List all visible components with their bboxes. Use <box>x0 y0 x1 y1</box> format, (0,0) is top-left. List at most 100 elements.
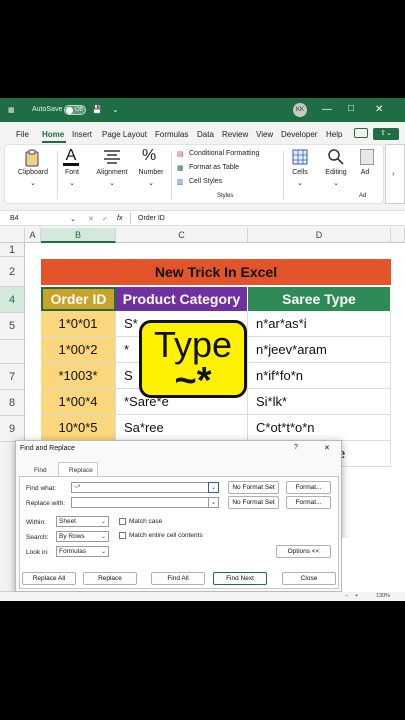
table-cell[interactable]: C*ot*t*o*n <box>248 415 391 441</box>
match-case-checkbox[interactable] <box>119 518 126 525</box>
conditional-formatting-button[interactable]: Conditional Formatting <box>189 150 259 157</box>
replace-format-button[interactable]: Format... <box>286 496 331 509</box>
menu-page-layout[interactable]: Page Layout <box>102 130 147 139</box>
avatar[interactable]: KK <box>293 103 307 117</box>
table-cell[interactable]: n*jeev*aram <box>248 337 391 363</box>
row-header-2[interactable]: 2 <box>0 257 25 287</box>
replace-with-input[interactable] <box>71 497 219 508</box>
autosave-label: AutoSave <box>32 106 63 113</box>
menu-review[interactable]: Review <box>222 130 248 139</box>
row-header-5[interactable]: 5 <box>0 313 25 340</box>
look-in-label: Look in: <box>26 549 49 556</box>
match-entire-label: Match entire cell contents <box>129 532 203 539</box>
addins-icon[interactable] <box>360 149 374 165</box>
zoom-minus-icon[interactable]: − <box>345 593 348 599</box>
table-title[interactable]: New Trick In Excel <box>41 259 391 285</box>
cells-icon[interactable] <box>292 149 308 165</box>
menu-file[interactable]: File <box>16 130 29 139</box>
match-case-label: Match case <box>129 518 163 525</box>
look-in-select[interactable]: Formulas ⌄ <box>56 546 109 557</box>
column-header-b[interactable]: B <box>41 228 116 243</box>
replace-with-label: Replace with: <box>26 500 66 507</box>
chevron-down-icon[interactable]: ⌄ <box>112 105 119 114</box>
tab-find[interactable]: Find <box>34 467 47 474</box>
column-header-d[interactable]: D <box>248 228 391 243</box>
replace-all-button[interactable]: Replace All <box>22 572 76 585</box>
header-order-id[interactable]: Order ID <box>41 287 116 311</box>
row-header-6[interactable] <box>0 340 25 364</box>
select-all-corner[interactable] <box>0 228 25 243</box>
header-product-category[interactable]: Product Category <box>116 287 248 311</box>
menu-help[interactable]: Help <box>326 130 342 139</box>
chevron-down-icon: ⌄ <box>101 534 107 540</box>
menu-formulas[interactable]: Formulas <box>155 130 188 139</box>
check-icon[interactable]: ✓ <box>102 215 108 223</box>
table-cell[interactable]: n*ar*as*i <box>248 311 391 337</box>
find-format-button[interactable]: Format... <box>286 481 331 494</box>
close-button[interactable]: ✕ <box>375 105 383 115</box>
table-cell[interactable]: Sa*ree <box>116 415 248 441</box>
font-icon[interactable]: A <box>63 147 79 167</box>
chevron-down-icon[interactable]: ⌄ <box>70 215 76 223</box>
find-what-input[interactable]: ~* <box>71 482 219 493</box>
clipboard-label: Clipboard <box>18 169 48 176</box>
row-header-9[interactable]: 9 <box>0 416 25 442</box>
find-next-button[interactable]: Find Next <box>213 572 267 585</box>
save-icon[interactable]: 💾 <box>92 105 102 114</box>
table-cell[interactable]: 1*0*01 <box>41 311 116 337</box>
row-header-4[interactable]: 4 <box>0 287 25 313</box>
replace-button[interactable]: Replace <box>83 572 137 585</box>
menu-developer[interactable]: Developer <box>281 130 317 139</box>
table-cell[interactable]: 1*00*2 <box>41 337 116 363</box>
table-cell[interactable]: 10*0*5 <box>41 415 116 441</box>
menu-data[interactable]: Data <box>197 130 214 139</box>
minimize-button[interactable]: — <box>322 105 332 115</box>
column-header-a[interactable]: A <box>25 228 41 243</box>
table-cell[interactable]: 1*00*4 <box>41 389 116 415</box>
zoom-level[interactable]: 130% <box>376 593 390 599</box>
active-tab-underline <box>42 141 66 143</box>
cell-styles-button[interactable]: Cell Styles <box>189 178 222 185</box>
number-format-icon[interactable]: % <box>142 147 156 165</box>
menu-insert[interactable]: Insert <box>72 130 92 139</box>
find-no-format-set[interactable]: No Format Set <box>228 481 279 494</box>
within-select[interactable]: Sheet ⌄ <box>56 516 109 527</box>
title-bar: ▦ AutoSave Off 💾 ⌄ KK — □ ✕ <box>0 98 405 122</box>
tab-replace[interactable]: Replace <box>58 462 98 477</box>
alignment-icon[interactable] <box>103 149 121 165</box>
header-saree-type[interactable]: Saree Type <box>248 287 391 311</box>
search-select[interactable]: By Rows ⌄ <box>56 531 109 542</box>
format-as-table-button[interactable]: Format as Table <box>189 164 239 171</box>
find-what-dropdown[interactable]: ⌄ <box>208 482 219 493</box>
table-cell[interactable]: Si*lk* <box>248 389 391 415</box>
table-cell[interactable]: *1003* <box>41 363 116 389</box>
table-cell[interactable]: n*if*fo*n <box>248 363 391 389</box>
fx-icon[interactable]: fx <box>117 215 122 222</box>
find-all-button[interactable]: Find All <box>151 572 205 585</box>
cancel-icon[interactable]: ✕ <box>88 215 94 223</box>
replace-no-format-set[interactable]: No Format Set <box>228 496 279 509</box>
menu-view[interactable]: View <box>256 130 273 139</box>
dialog-close-button[interactable]: ✕ <box>324 444 330 452</box>
zoom-plus-icon[interactable]: + <box>355 593 358 599</box>
addins-group-label: Ad <box>359 193 367 199</box>
help-button[interactable]: ? <box>294 444 298 451</box>
close-dialog-button[interactable]: Close <box>282 572 336 585</box>
row-header-7[interactable]: 7 <box>0 364 25 390</box>
autosave-toggle[interactable]: Off <box>64 105 86 115</box>
search-icon[interactable] <box>327 148 345 166</box>
comments-button[interactable] <box>354 128 368 138</box>
row-header-8[interactable]: 8 <box>0 390 25 416</box>
share-button[interactable]: ⇪⌄ <box>373 128 399 140</box>
clipboard-icon[interactable] <box>23 149 41 167</box>
replace-with-dropdown[interactable]: ⌄ <box>208 497 219 508</box>
row-header-1[interactable]: 1 <box>0 243 25 257</box>
name-box[interactable]: B4 <box>10 215 19 222</box>
maximize-button[interactable]: □ <box>348 104 354 114</box>
column-header-c[interactable]: C <box>116 228 248 243</box>
formula-input[interactable]: Order ID <box>138 215 165 222</box>
match-entire-checkbox[interactable] <box>119 532 126 539</box>
ribbon-scroll[interactable]: › <box>385 144 405 204</box>
menu-home[interactable]: Home <box>42 130 64 139</box>
options-button[interactable]: Options << <box>276 545 331 558</box>
